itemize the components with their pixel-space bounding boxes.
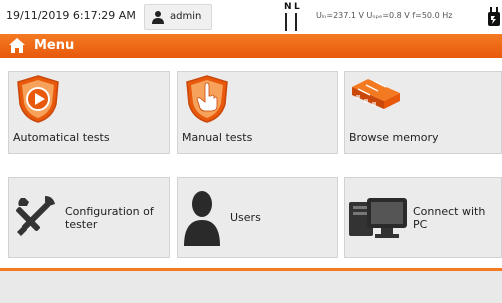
tile-manual-tests[interactable]: Manual tests	[177, 71, 338, 154]
tile-browse-memory[interactable]: Browse memory	[344, 71, 502, 154]
menu-title: Menu	[34, 38, 75, 53]
play-shield-icon	[17, 75, 59, 123]
tile-label: Configuration of tester	[65, 205, 154, 231]
user-silhouette-icon	[184, 191, 220, 246]
hand-shield-icon	[186, 75, 228, 123]
tools-icon	[16, 196, 55, 236]
memory-blocks-icon	[352, 79, 400, 109]
home-icon[interactable]	[9, 38, 25, 53]
status-bar: 19/11/2019 6:17:29 AM admin N L Uₗₙ=237.…	[0, 0, 502, 34]
tile-automatical-tests[interactable]: Automatical tests	[8, 71, 170, 154]
tile-connect-with-pc[interactable]: Connect with PC	[344, 177, 502, 258]
tile-label: Connect with PC	[413, 205, 486, 231]
l-label: L	[294, 2, 300, 12]
date-time: 19/11/2019 6:17:29 AM	[6, 9, 136, 22]
plug-icon	[488, 7, 500, 26]
measurement-readout: Uₗₙ=237.1 V Uₙₚₑ=0.8 V f=50.0 Hz	[316, 11, 453, 20]
computer-icon	[349, 198, 407, 238]
user-box[interactable]: admin	[144, 4, 212, 30]
n-bar	[285, 13, 287, 31]
user-name: admin	[170, 11, 202, 22]
tile-label: Browse memory	[349, 131, 439, 144]
tile-configuration-of-tester[interactable]: Configuration of tester	[8, 177, 170, 258]
tile-label: Users	[230, 211, 261, 224]
tile-label: Automatical tests	[13, 131, 110, 144]
tile-label: Manual tests	[182, 131, 253, 144]
n-label: N	[284, 2, 292, 12]
user-icon	[152, 11, 164, 24]
tile-users[interactable]: Users	[177, 177, 338, 258]
l-bar	[295, 13, 297, 31]
nl-indicator: N L	[282, 2, 304, 32]
menu-header: Menu	[0, 34, 502, 58]
bottom-bar	[0, 271, 502, 303]
